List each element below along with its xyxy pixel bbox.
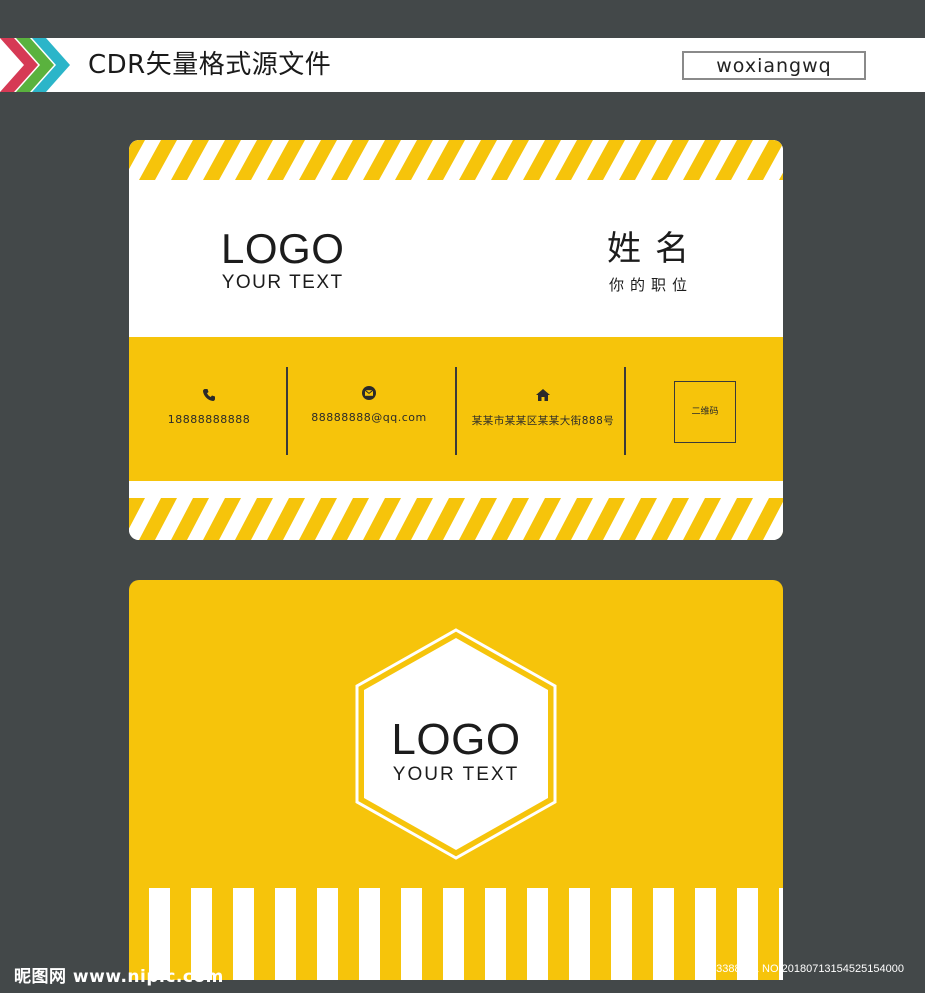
phone-icon — [203, 389, 215, 401]
person-name: 姓名 — [607, 229, 703, 269]
logo-text: LOGO — [221, 225, 345, 272]
diagonal-stripe-top — [129, 140, 783, 180]
mail-icon — [362, 386, 376, 400]
chevron-arrows-icon — [0, 38, 70, 92]
contact-email: 88888888@qq.com — [299, 367, 439, 457]
vertical-stripes — [149, 888, 783, 980]
business-card-back: LOGO YOUR TEXT — [129, 580, 783, 980]
divider — [286, 367, 288, 455]
logo-subtext: YOUR TEXT — [221, 272, 344, 293]
header-bar: CDR矢量格式源文件 woxiangwq — [0, 38, 925, 92]
email-address: 88888888@qq.com — [311, 411, 427, 424]
phone-number: 18888888888 — [167, 413, 251, 426]
name-block: 姓名 你的职位 — [599, 228, 703, 295]
site-watermark: 昵图网 www.nipic.com — [14, 967, 224, 987]
contact-address: 某某市某某区某某大街888号 — [465, 367, 621, 457]
home-icon — [536, 389, 550, 401]
divider — [624, 367, 626, 455]
qr-code-placeholder: 二维码 — [674, 381, 736, 443]
divider — [455, 367, 457, 455]
diagonal-stripe-bottom — [129, 498, 783, 540]
contact-phone: 18888888888 — [149, 367, 269, 457]
logo-text: LOGO — [391, 715, 521, 764]
author-label: woxiangwq — [682, 51, 866, 80]
logo-subtext: YOUR TEXT — [392, 764, 520, 785]
person-position: 你的职位 — [608, 276, 693, 294]
back-logo: LOGO YOUR TEXT — [353, 718, 559, 786]
front-logo: LOGO YOUR TEXT — [221, 228, 344, 294]
business-card-front: LOGO YOUR TEXT 姓名 你的职位 18888888888 88888… — [129, 140, 783, 540]
contact-band: 18888888888 88888888@qq.com 某某市某某区某某大街88… — [129, 337, 783, 481]
image-id: ID:13388861 NO:20180713154525154000 — [696, 963, 904, 975]
header-title: CDR矢量格式源文件 — [88, 50, 332, 80]
street-address: 某某市某某区某某大街888号 — [471, 415, 615, 427]
